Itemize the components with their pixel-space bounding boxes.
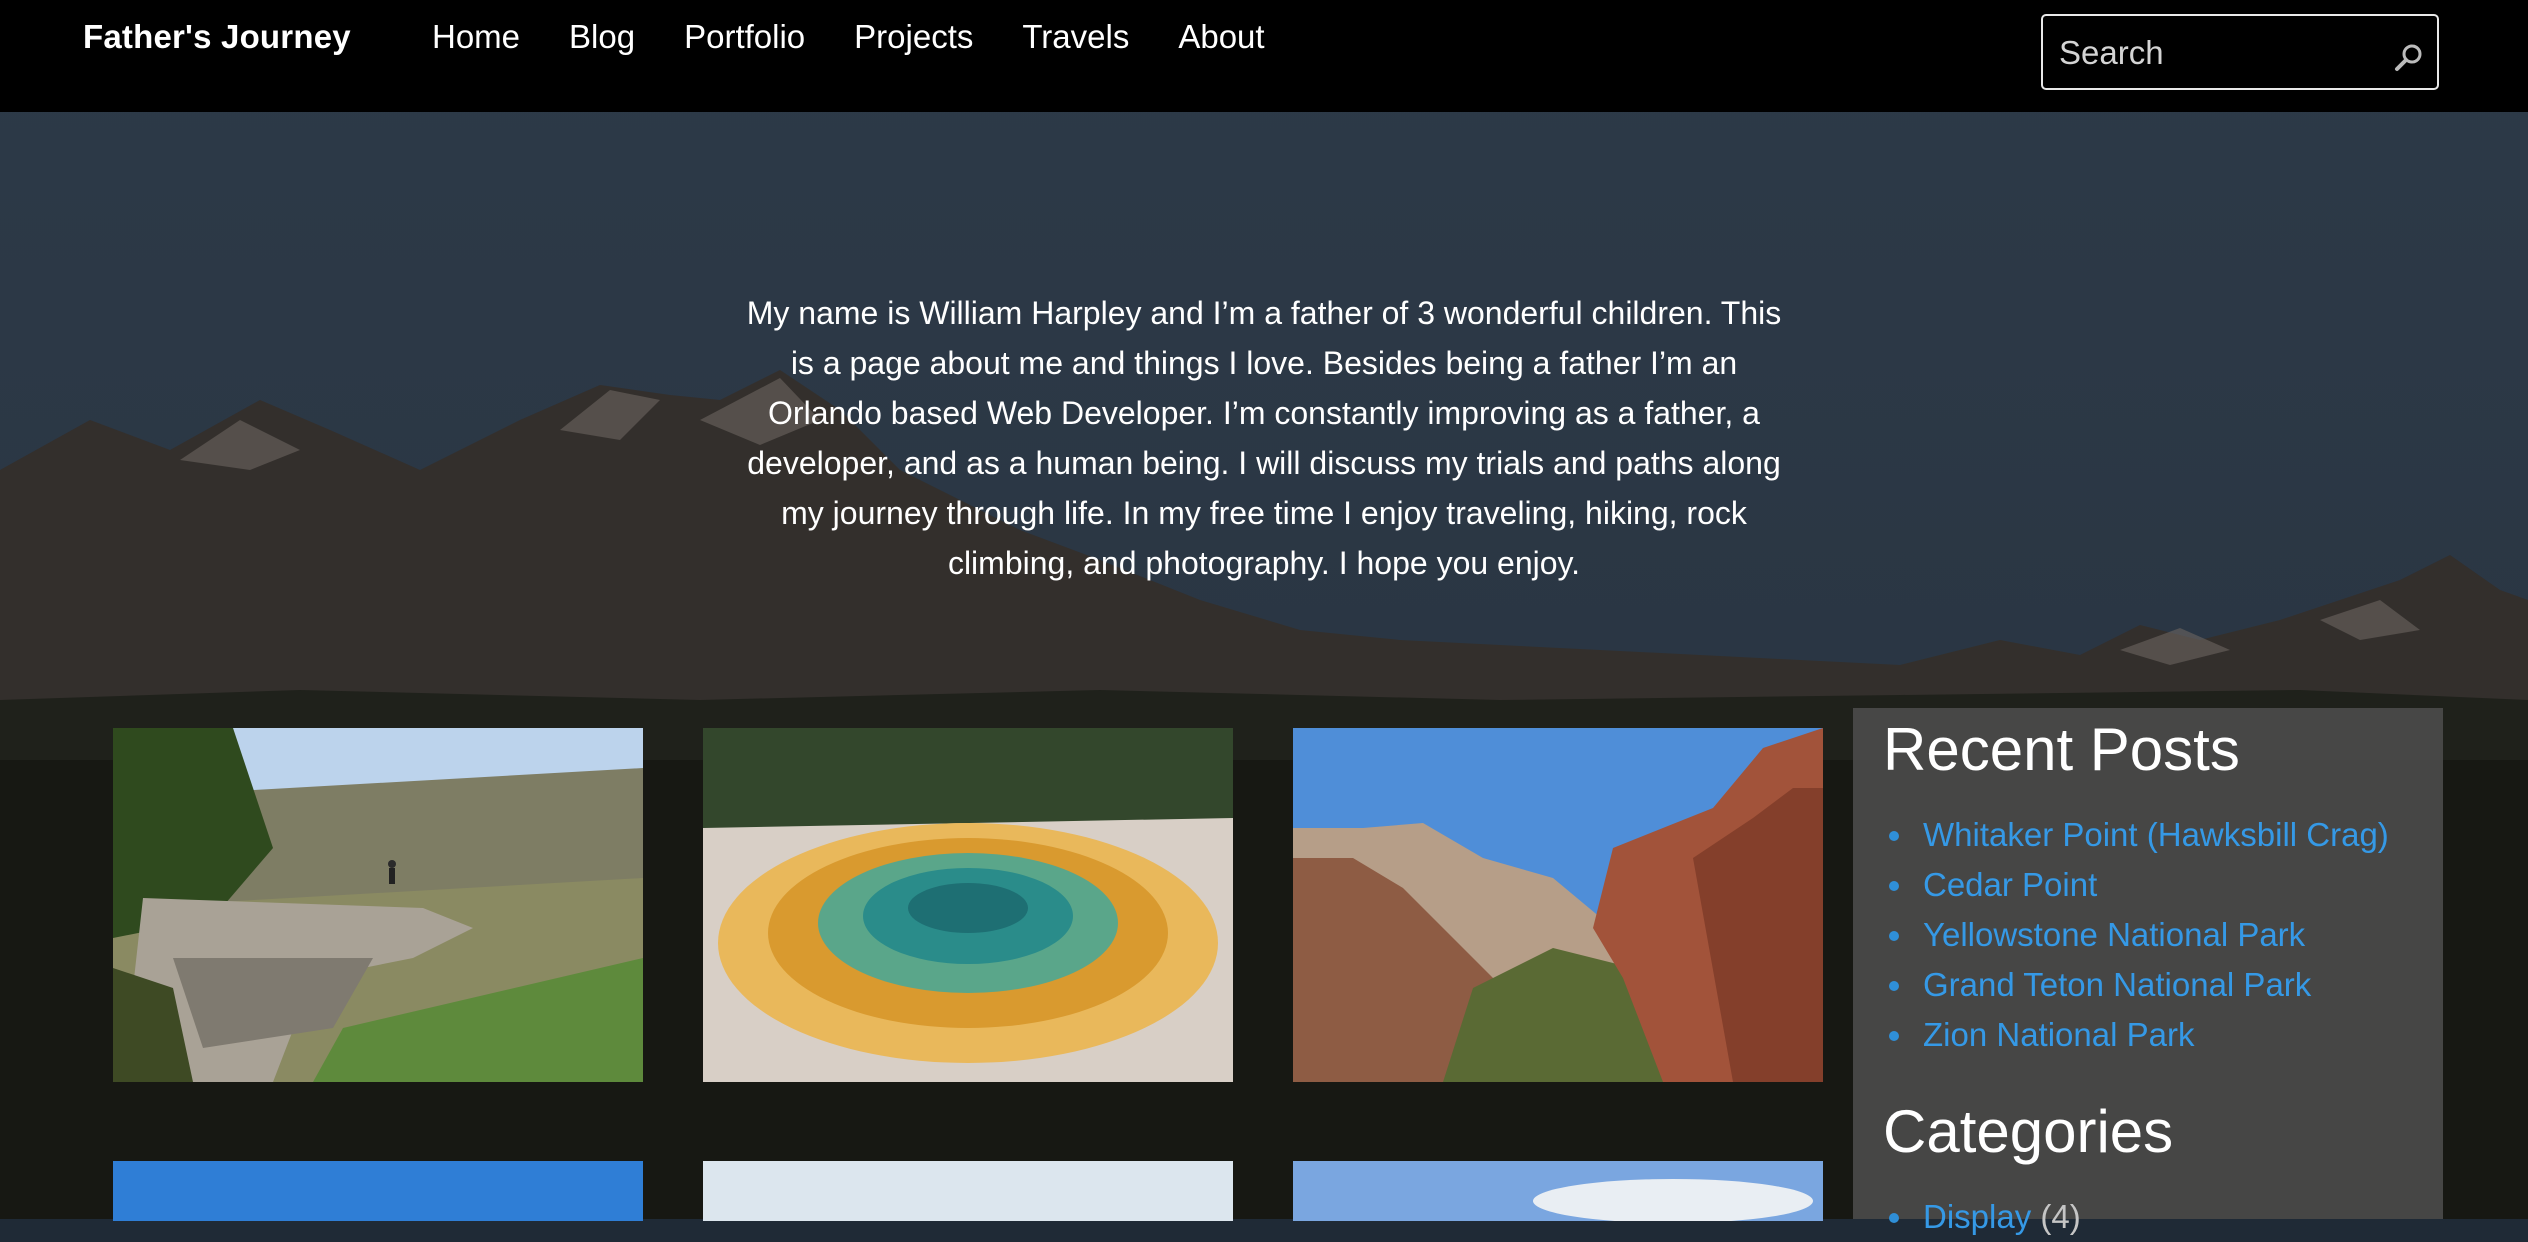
nav-travels-link[interactable]: Travels bbox=[1022, 18, 1129, 56]
intro-paragraph: My name is William Harpley and I’m a fat… bbox=[746, 295, 1782, 581]
list-item: Cedar Point bbox=[1883, 860, 2413, 910]
list-item: Whitaker Point (Hawksbill Crag) bbox=[1883, 810, 2413, 860]
search-box bbox=[2041, 14, 2439, 90]
recent-post-link[interactable]: Zion National Park bbox=[1923, 1016, 2194, 1053]
sidebar: Recent Posts Whitaker Point (Hawksbill C… bbox=[1853, 708, 2443, 1235]
nav-projects-link[interactable]: Projects bbox=[854, 18, 973, 56]
list-item: Zion National Park bbox=[1883, 1010, 2413, 1060]
list-item: Yellowstone National Park bbox=[1883, 910, 2413, 960]
categories-list: Display (4) bbox=[1883, 1192, 2413, 1242]
category-link[interactable]: Display bbox=[1923, 1198, 2031, 1235]
bullet-icon bbox=[1889, 831, 1899, 841]
recent-post-link[interactable]: Yellowstone National Park bbox=[1923, 916, 2305, 953]
category-count: (4) bbox=[2040, 1198, 2081, 1235]
blue-sky-photo[interactable] bbox=[113, 1161, 643, 1221]
nav-about-link[interactable]: About bbox=[1178, 18, 1264, 56]
nav-blog-link[interactable]: Blog bbox=[569, 18, 635, 56]
recent-posts-list: Whitaker Point (Hawksbill Crag) Cedar Po… bbox=[1883, 810, 2413, 1060]
nav-home-link[interactable]: Home bbox=[432, 18, 520, 56]
bullet-icon bbox=[1889, 1213, 1899, 1223]
sky-clouds-photo[interactable] bbox=[1293, 1161, 1823, 1221]
recent-post-link[interactable]: Cedar Point bbox=[1923, 866, 2097, 903]
top-navbar: Father's Journey Home Blog Portfolio Pro… bbox=[0, 0, 2528, 112]
bullet-icon bbox=[1889, 981, 1899, 991]
bullet-icon bbox=[1889, 881, 1899, 891]
hazy-sky-photo[interactable] bbox=[703, 1161, 1233, 1221]
recent-post-link[interactable]: Grand Teton National Park bbox=[1923, 966, 2311, 1003]
cliff-overlook-photo[interactable] bbox=[113, 728, 643, 1082]
list-item: Grand Teton National Park bbox=[1883, 960, 2413, 1010]
site-brand-link[interactable]: Father's Journey bbox=[83, 18, 351, 56]
search-icon[interactable] bbox=[2393, 42, 2425, 74]
bullet-icon bbox=[1889, 1031, 1899, 1041]
nav-portfolio-link[interactable]: Portfolio bbox=[684, 18, 805, 56]
main-nav: Home Blog Portfolio Projects Travels Abo… bbox=[432, 18, 1265, 56]
hot-spring-photo[interactable] bbox=[703, 728, 1233, 1082]
canyon-photo[interactable] bbox=[1293, 728, 1823, 1082]
list-item: Display (4) bbox=[1883, 1192, 2413, 1242]
bullet-icon bbox=[1889, 931, 1899, 941]
categories-heading: Categories bbox=[1883, 1098, 2174, 1165]
recent-post-link[interactable]: Whitaker Point (Hawksbill Crag) bbox=[1923, 816, 2389, 853]
recent-posts-heading: Recent Posts bbox=[1883, 716, 2240, 783]
search-input[interactable] bbox=[2057, 26, 2381, 80]
